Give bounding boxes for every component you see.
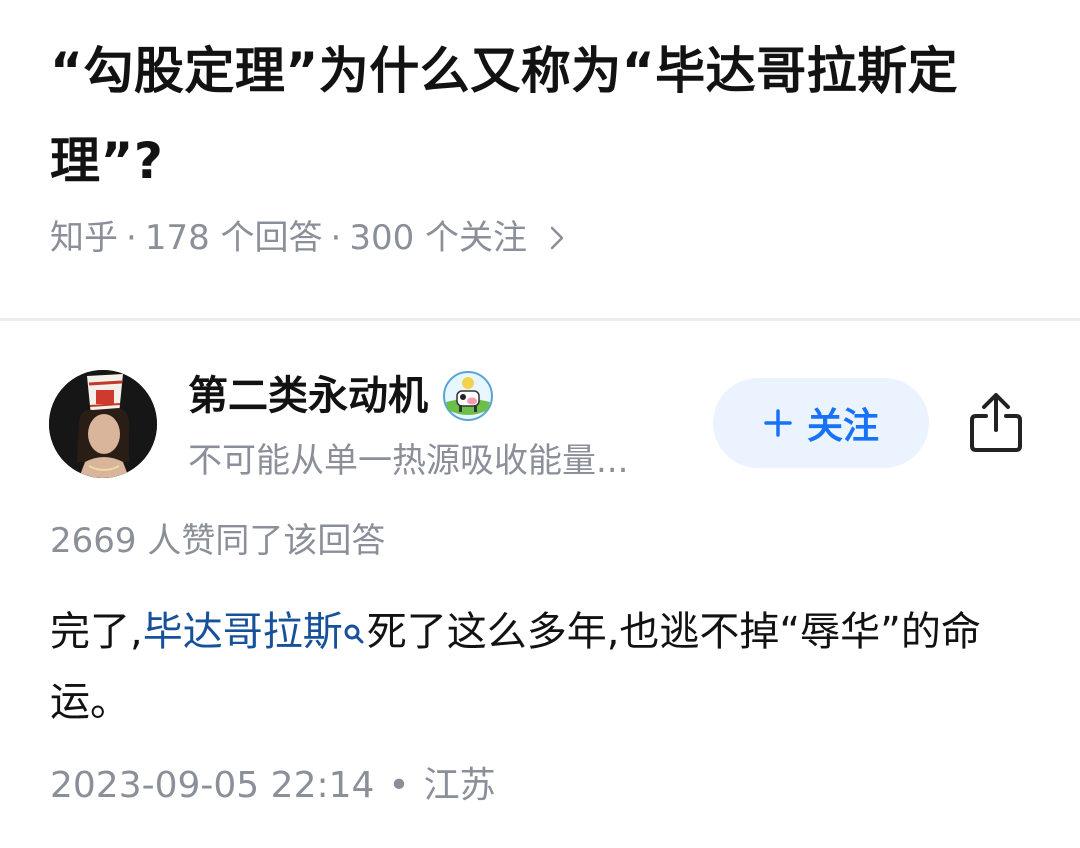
author-name-row[interactable]: 第二类永动机	[188, 366, 494, 426]
section-divider	[0, 318, 1080, 321]
author-avatar[interactable]	[49, 370, 157, 478]
share-icon[interactable]	[966, 390, 1026, 454]
search-icon[interactable]	[343, 600, 365, 668]
follow-label: 关注	[806, 406, 879, 447]
meta-separator: ·	[126, 218, 137, 258]
question-title[interactable]: “勾股定理”为什么又称为“毕达哥拉斯定理”?	[50, 26, 1050, 206]
meta-dot: •	[388, 765, 410, 806]
answer-date: 2023-09-05 22:14	[50, 765, 375, 806]
answer-timestamp: 2023-09-05 22:14 • 江苏	[50, 760, 496, 812]
author-name[interactable]: 第二类永动机	[188, 366, 428, 426]
chevron-right-icon[interactable]	[549, 225, 565, 251]
follower-count: 300 个关注	[349, 218, 528, 258]
author-bio: 不可能从单一热源吸收能量...	[188, 441, 629, 481]
vote-count[interactable]: 2669 人赞同了该回答	[50, 515, 385, 567]
cow-badge-icon[interactable]	[442, 370, 494, 422]
follow-button[interactable]: 关注	[713, 378, 929, 468]
answer-count: 178 个回答	[144, 218, 323, 258]
answer-location: 江苏	[423, 765, 496, 806]
plus-icon	[763, 408, 793, 438]
meta-separator: ·	[330, 218, 342, 258]
answer-text-start: 完了,	[50, 609, 143, 655]
source-label: 知乎	[50, 218, 118, 258]
question-meta[interactable]: 知乎 · 178 个回答 · 300 个关注	[50, 212, 565, 264]
search-link[interactable]: 毕达哥拉斯	[143, 609, 343, 655]
answer-body[interactable]: 完了,毕达哥拉斯 死了这么多年,也逃不掉“辱华”的命运。	[50, 598, 1030, 736]
